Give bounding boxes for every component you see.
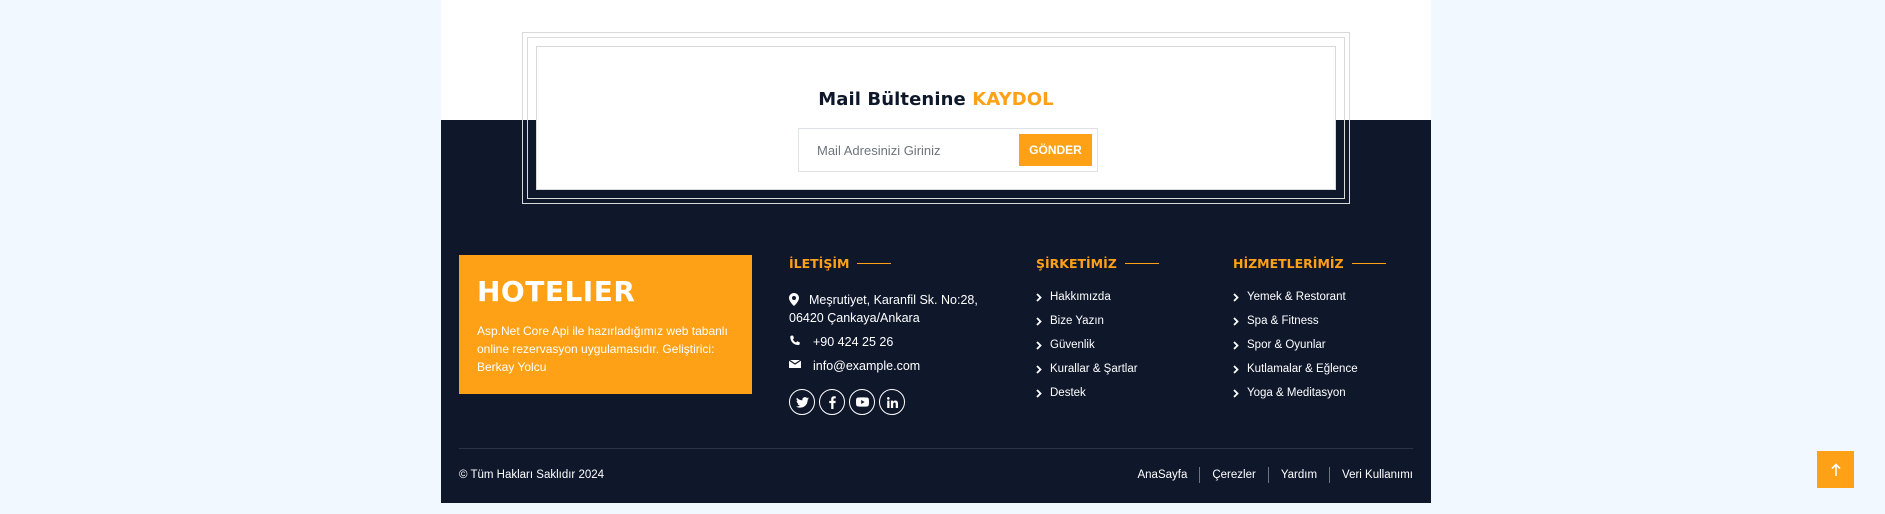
youtube-icon: [855, 397, 869, 407]
chevron-right-icon: [1036, 292, 1042, 302]
newsletter-email-input[interactable]: [799, 129, 1019, 171]
company-link-kurallar[interactable]: Kurallar & Şartlar: [1036, 357, 1206, 381]
footer-divider: [459, 448, 1413, 449]
brand-name[interactable]: HOTELIER: [477, 275, 734, 308]
address-line-1: Meşrutiyet, Karanfil Sk. No:28,: [809, 293, 978, 307]
address-line-2: 06420 Çankaya/Ankara: [789, 311, 920, 325]
chevron-right-icon: [1036, 364, 1042, 374]
phone-number[interactable]: +90 424 25 26: [813, 333, 893, 351]
email-address[interactable]: info@example.com: [813, 357, 920, 375]
chevron-right-icon: [1036, 388, 1042, 398]
arrow-up-icon: [1830, 462, 1841, 476]
twitter-button[interactable]: [789, 389, 815, 415]
bottom-link-help[interactable]: Yardım: [1267, 467, 1329, 483]
envelope-icon: [789, 359, 801, 368]
newsletter-form: GÖNDER: [798, 128, 1098, 172]
chevron-right-icon: [1233, 316, 1239, 326]
contact-phone: +90 424 25 26: [789, 333, 989, 351]
chevron-right-icon: [1036, 316, 1042, 326]
linkedin-icon: [886, 396, 898, 408]
facebook-icon: [828, 395, 836, 409]
contact-address: Meşrutiyet, Karanfil Sk. No:28,: [789, 291, 989, 309]
chevron-right-icon: [1233, 364, 1239, 374]
services-title: HİZMETLERİMİZ: [1233, 255, 1413, 271]
service-link-yemek[interactable]: Yemek & Restorant: [1233, 285, 1413, 309]
newsletter-box: Mail Bültenine KAYDOL GÖNDER: [522, 32, 1350, 204]
chevron-right-icon: [1233, 388, 1239, 398]
company-link-hakkimizda[interactable]: Hakkımızda: [1036, 285, 1206, 309]
bottom-link-data-usage[interactable]: Veri Kullanımı: [1329, 467, 1413, 483]
service-link-kutlamalar[interactable]: Kutlamalar & Eğlence: [1233, 357, 1413, 381]
bottom-links: AnaSayfa Çerezler Yardım Veri Kullanımı: [1125, 467, 1413, 483]
chevron-right-icon: [1233, 340, 1239, 350]
service-link-yoga[interactable]: Yoga & Meditasyon: [1233, 381, 1413, 405]
facebook-button[interactable]: [819, 389, 845, 415]
services-column: HİZMETLERİMİZ Yemek & Restorant Spa & Fi…: [1233, 255, 1413, 405]
bottom-link-cookies[interactable]: Çerezler: [1199, 467, 1267, 483]
company-link-guvenlik[interactable]: Güvenlik: [1036, 333, 1206, 357]
service-link-spor[interactable]: Spor & Oyunlar: [1233, 333, 1413, 357]
contact-title: İLETİŞİM: [789, 255, 989, 271]
contact-column: İLETİŞİM Meşrutiyet, Karanfil Sk. No:28,…: [789, 255, 989, 415]
newsletter-title: Mail Bültenine KAYDOL: [537, 89, 1335, 110]
newsletter-submit-button[interactable]: GÖNDER: [1019, 134, 1092, 166]
company-link-bize-yazin[interactable]: Bize Yazın: [1036, 309, 1206, 333]
back-to-top-button[interactable]: [1817, 451, 1854, 488]
copyright-text: © Tüm Hakları Saklıdır 2024: [459, 469, 605, 481]
contact-email: info@example.com: [789, 357, 989, 375]
bottom-link-home[interactable]: AnaSayfa: [1125, 467, 1199, 483]
page-container: Mail Bültenine KAYDOL GÖNDER HOTELIER As…: [441, 0, 1431, 503]
newsletter-title-main: Mail Bültenine: [818, 89, 966, 110]
social-links: [789, 389, 989, 415]
brand-description: Asp.Net Core Api ile hazırladığımız web …: [477, 324, 728, 374]
brand-box: HOTELIER Asp.Net Core Api ile hazırladığ…: [459, 255, 752, 394]
phone-icon: [790, 335, 800, 345]
chevron-right-icon: [1036, 340, 1042, 350]
services-links: Yemek & Restorant Spa & Fitness Spor & O…: [1233, 285, 1413, 405]
linkedin-button[interactable]: [879, 389, 905, 415]
service-link-spa[interactable]: Spa & Fitness: [1233, 309, 1413, 333]
twitter-icon: [795, 396, 809, 408]
company-column: ŞİRKETİMİZ Hakkımızda Bize Yazın Güvenli…: [1036, 255, 1206, 405]
chevron-right-icon: [1233, 292, 1239, 302]
newsletter-title-accent: KAYDOL: [972, 89, 1054, 110]
company-link-destek[interactable]: Destek: [1036, 381, 1206, 405]
company-title: ŞİRKETİMİZ: [1036, 255, 1206, 271]
company-links: Hakkımızda Bize Yazın Güvenlik Kurallar …: [1036, 285, 1206, 405]
youtube-button[interactable]: [849, 389, 875, 415]
